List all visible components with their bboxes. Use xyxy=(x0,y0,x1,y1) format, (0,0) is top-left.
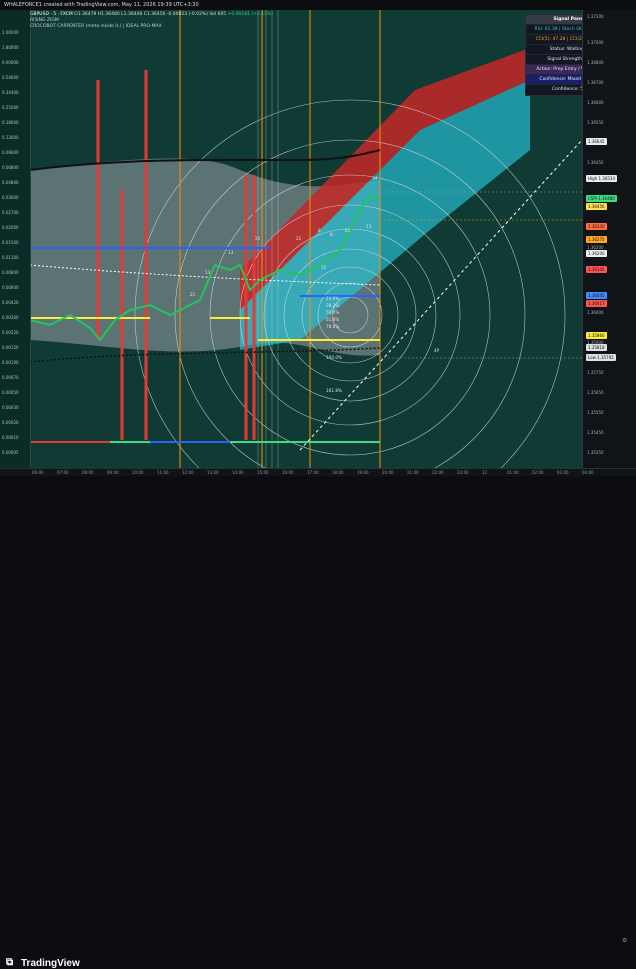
right-scale-tick: 1.35450 xyxy=(587,430,604,435)
right-scale-tick: 1.35350 xyxy=(587,450,604,455)
left-scale-tick: 0.03600 xyxy=(2,195,19,200)
fib-label: 4P xyxy=(434,348,440,353)
price-badge: 1.36275 xyxy=(586,236,607,243)
left-price-scale[interactable]: 1.00000 1.80000 0.90000 0.54600 0.34400 … xyxy=(0,10,31,468)
left-scale-tick: 0.13000 xyxy=(2,135,19,140)
left-scale-tick: 0.06800 xyxy=(2,165,19,170)
left-scale-tick: 0.00070 xyxy=(2,375,19,380)
right-scale-tick: 1.36550 xyxy=(587,120,604,125)
right-scale-tick: 1.35650 xyxy=(587,390,604,395)
snapshot-header: WHALEFORCE1 created with TradingView.com… xyxy=(0,0,636,10)
right-scale-tick: 1.36600 xyxy=(587,100,604,105)
price-badge: 1.36330 xyxy=(586,223,607,230)
wave-label: 13 xyxy=(228,250,234,255)
left-scale-tick: 0.90000 xyxy=(2,60,19,65)
left-scale-tick: 0.01500 xyxy=(2,240,19,245)
left-scale-tick: 0.00420 xyxy=(2,300,19,305)
left-scale-tick: 0.00220 xyxy=(2,330,19,335)
wave-label: 21 xyxy=(190,292,196,297)
right-scale-tick: 1.36800 xyxy=(587,60,604,65)
fib-label: 78.6% xyxy=(326,324,340,329)
price-badge: 1.36200 xyxy=(586,250,607,257)
price-badge: 1.36017 xyxy=(586,300,607,307)
left-scale-tick: 0.00050 xyxy=(2,390,19,395)
left-scale-tick: 1.80000 xyxy=(2,45,19,50)
price-badge: 1.35860 xyxy=(586,332,607,339)
wave-label: 8 xyxy=(318,228,321,233)
wave-label: 13 xyxy=(205,270,211,275)
left-scale-tick: 1.00000 xyxy=(2,30,19,35)
price-badge: 1.35818 xyxy=(586,344,607,351)
wave-label: 13 xyxy=(366,224,372,229)
price-badge: 1.36645 xyxy=(586,138,607,145)
price-badge: 1.36456 xyxy=(586,203,607,210)
brand-name: TradingView xyxy=(21,957,80,969)
left-scale-tick: 0.34400 xyxy=(2,90,19,95)
left-scale-tick: 0.00005 xyxy=(2,450,19,455)
left-scale-tick: 0.02000 xyxy=(2,225,19,230)
right-scale-tick: 1.36700 xyxy=(587,80,604,85)
left-scale-tick: 0.04800 xyxy=(2,180,19,185)
left-scale-tick: 0.00600 xyxy=(2,285,19,290)
left-scale-tick: 0.00150 xyxy=(2,345,19,350)
tradingview-window: WHALEFORCE1 created with TradingView.com… xyxy=(0,0,636,969)
fib-label: 50.0% xyxy=(326,310,340,315)
ohlc-values: O1.36479 H1.36480 L1.36448 C1.36456 -0.0… xyxy=(74,12,208,17)
left-scale-tick: 0.09000 xyxy=(2,150,19,155)
volume-value: Vol 605 xyxy=(209,12,227,17)
chart-legend[interactable]: GBPUSD · 5 · FXCM O1.36479 H1.36480 L1.3… xyxy=(30,12,273,30)
high-badge: High 1.36534 xyxy=(586,175,618,182)
left-scale-tick: 0.00100 xyxy=(2,360,19,365)
wave-label: 21 xyxy=(345,228,351,233)
low-badge: Low 1.35792 xyxy=(586,354,616,361)
gear-icon[interactable]: ⚙ xyxy=(622,937,627,945)
wave-label: 34 xyxy=(372,176,378,181)
right-scale-tick: 1.36450 xyxy=(587,160,604,165)
wave-label: 21 xyxy=(255,236,261,241)
left-scale-tick: 0.01100 xyxy=(2,255,19,260)
price-chart-pane[interactable]: 23.6% 38.2% 50.0% 61.8% 78.6% 100.0% 161… xyxy=(0,10,582,468)
indicator-label[interactable]: CROCOBOT CARPENTER (meta inside it.) | I… xyxy=(30,24,273,30)
right-scale-tick: 1.35550 xyxy=(587,410,604,415)
fib-label: 23.6% xyxy=(326,296,340,301)
right-scale-tick: 1.37000 xyxy=(587,40,604,45)
left-scale-tick: 0.00800 xyxy=(2,270,19,275)
left-scale-tick: 0.00020 xyxy=(2,420,19,425)
current-price-badge: CSPI 1.36480 xyxy=(586,195,617,202)
right-scale-tick: 1.36000 xyxy=(587,310,604,315)
left-scale-tick: 0.25000 xyxy=(2,105,19,110)
fib-label: 161.8% xyxy=(326,388,342,393)
left-scale-tick: 0.54600 xyxy=(2,75,19,80)
wave-label: 8 xyxy=(330,232,333,237)
left-scale-tick: 0.00010 xyxy=(2,435,19,440)
fib-label: 100.0% xyxy=(326,355,342,360)
change-value: +0.00181 (+0.13%) xyxy=(227,12,274,17)
chart-drawing xyxy=(29,10,582,468)
footer-bar: ⧉ TradingView xyxy=(0,476,636,969)
wave-label: 21 xyxy=(296,236,302,241)
price-badge: 1.36145 xyxy=(586,266,607,273)
tradingview-logo[interactable]: ⧉ TradingView xyxy=(6,957,80,969)
fib-label: 38.2% xyxy=(326,303,340,308)
left-scale-tick: 0.18000 xyxy=(2,120,19,125)
wave-label: 55 xyxy=(321,265,327,270)
left-scale-tick: 0.00030 xyxy=(2,405,19,410)
left-scale-tick: 0.02700 xyxy=(2,210,19,215)
fib-label: 61.8% xyxy=(326,317,340,322)
tradingview-mark-icon: ⧉ xyxy=(6,957,14,968)
price-badge: 1.36045 xyxy=(586,292,607,299)
right-scale-tick: 1.37200 xyxy=(587,14,604,19)
left-scale-tick: 0.00300 xyxy=(2,315,19,320)
right-scale-tick: 1.35750 xyxy=(587,370,604,375)
symbol-label[interactable]: GBPUSD · 5 · FXCM xyxy=(30,12,73,17)
